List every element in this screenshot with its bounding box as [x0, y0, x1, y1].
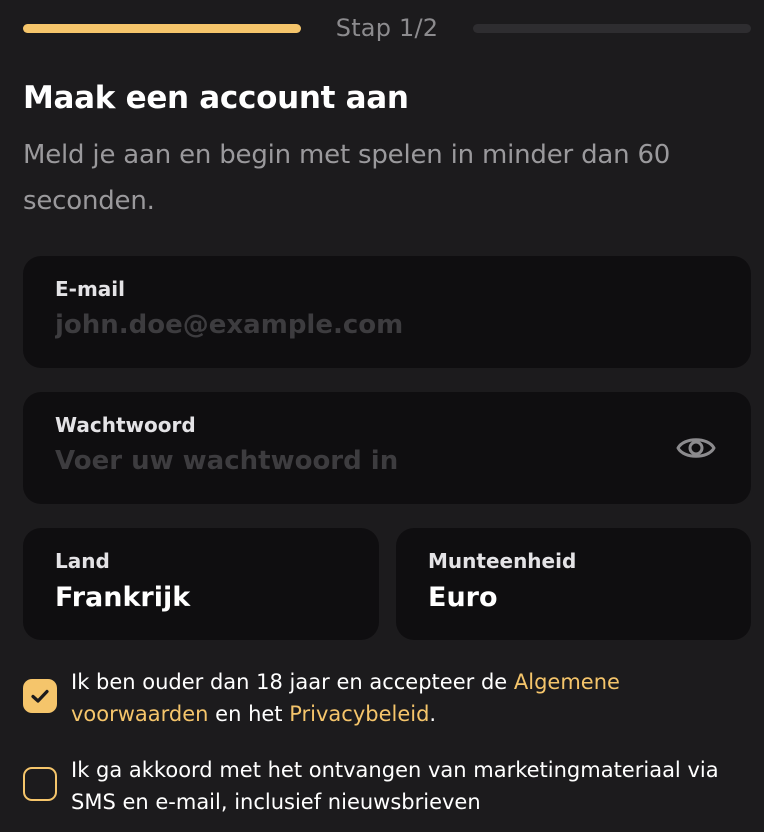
terms-text-middle: en het — [208, 702, 290, 726]
terms-text-before: Ik ben ouder dan 18 jaar en accepteer de — [71, 670, 514, 694]
password-label: Wachtwoord — [55, 413, 196, 437]
progress-bar-step-2 — [473, 24, 751, 33]
email-field[interactable]: E-mail — [23, 256, 751, 368]
country-label: Land — [55, 549, 110, 573]
currency-label: Munteenheid — [428, 549, 577, 573]
country-select[interactable]: Land Frankrijk — [23, 528, 379, 640]
marketing-consent-text: Ik ga akkoord met het ontvangen van mark… — [71, 758, 719, 814]
password-field[interactable]: Wachtwoord — [23, 392, 751, 504]
terms-text-after: . — [429, 702, 437, 726]
progress-bar-step-1 — [23, 24, 301, 33]
terms-checkbox[interactable] — [23, 679, 57, 713]
password-input[interactable] — [55, 446, 615, 476]
email-label: E-mail — [55, 277, 126, 301]
privacy-policy-link[interactable]: Privacybeleid — [289, 702, 429, 726]
step-label: Stap 1/2 — [335, 14, 439, 42]
checkmark-icon — [31, 689, 49, 703]
email-input[interactable] — [55, 310, 615, 340]
country-value: Frankrijk — [55, 582, 191, 613]
terms-consent-text: Ik ben ouder dan 18 jaar en accepteer de… — [71, 666, 751, 730]
page-title: Maak een account aan — [23, 80, 409, 116]
marketing-checkbox[interactable] — [23, 767, 57, 801]
currency-select[interactable]: Munteenheid Euro — [396, 528, 751, 640]
currency-value: Euro — [428, 582, 498, 613]
page-subtitle: Meld je aan en begin met spelen in minde… — [23, 140, 671, 216]
eye-icon[interactable] — [675, 429, 717, 467]
progress-indicator: Stap 1/2 — [23, 12, 751, 46]
